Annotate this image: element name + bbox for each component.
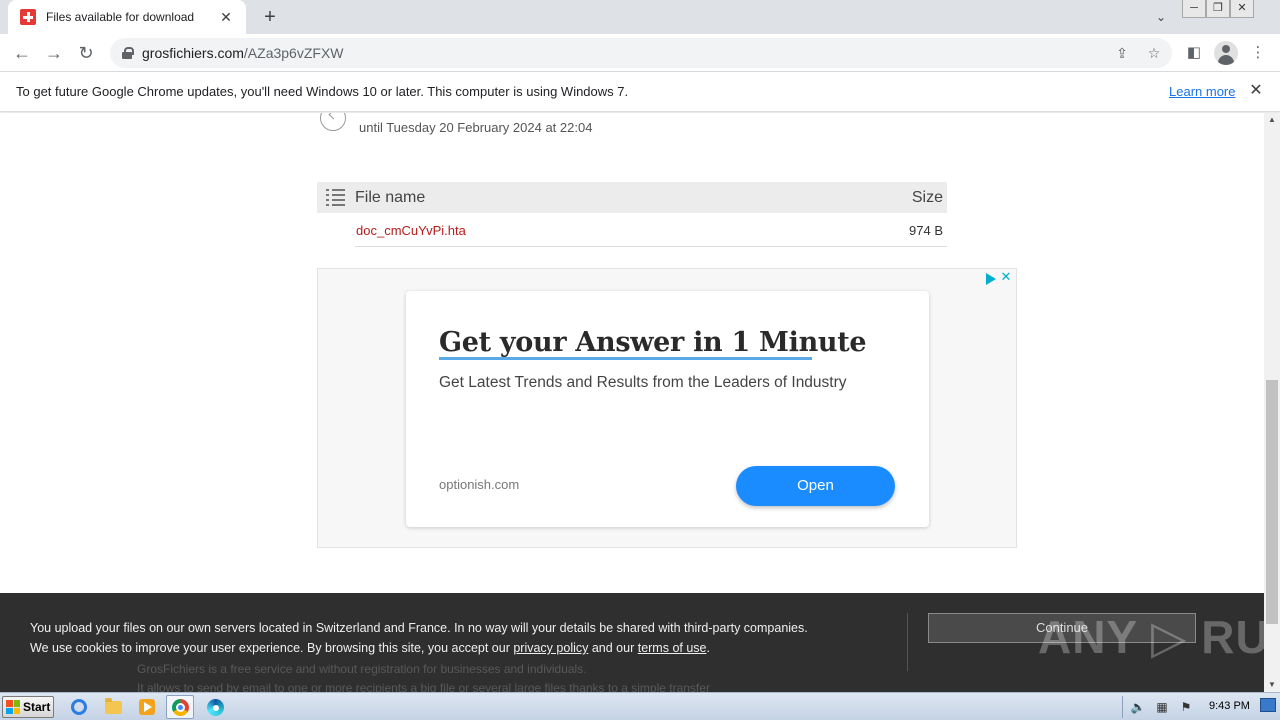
ad-close-icon[interactable]: ✕ (999, 270, 1013, 284)
windows-logo-icon (6, 700, 20, 714)
file-download-link[interactable]: doc_cmCuYvPi.hta (356, 223, 466, 238)
volume-icon[interactable]: 🔈 (1129, 698, 1147, 716)
lock-icon[interactable] (122, 47, 134, 59)
infobar-message: To get future Google Chrome updates, you… (16, 84, 629, 99)
system-tray: 🔈 ▦ ⚑ (1122, 693, 1201, 720)
ad-open-button[interactable]: Open (736, 466, 895, 506)
ad-card[interactable]: Get your Answer in 1 Minute Get Latest T… (406, 291, 929, 527)
page-scrollbar[interactable]: ▲ ▼ (1264, 113, 1280, 692)
background-text-line: GrosFichiers is a free service and witho… (137, 662, 587, 676)
cookie-line-2: We use cookies to improve your user expe… (30, 638, 808, 658)
start-label: Start (23, 700, 51, 714)
ad-headline[interactable]: Get your Answer in 1 Minute (439, 327, 867, 358)
anyrun-watermark: ANY ▷ RUN (1038, 611, 1264, 663)
scroll-down-arrow-icon[interactable]: ▼ (1264, 678, 1280, 692)
internet-explorer-icon[interactable] (68, 697, 90, 717)
kebab-menu-icon[interactable]: ⋮ (1248, 43, 1268, 63)
reload-icon[interactable]: ↻ (74, 41, 98, 65)
network-icon[interactable]: ▦ (1153, 698, 1171, 716)
update-infobar: To get future Google Chrome updates, you… (0, 72, 1280, 112)
cookie-banner: GrosFichiers is a free service and witho… (0, 593, 1264, 692)
file-table: File name Size doc_cmCuYvPi.hta 974 B (317, 182, 947, 247)
ad-headline-underline (439, 357, 812, 360)
browser-toolbar: ← → ↻ grosfichiers.com/AZa3p6vZFXW ⇪ ☆ ◧… (0, 34, 1280, 72)
learn-more-link[interactable]: Learn more (1169, 84, 1235, 99)
restore-button[interactable]: ❐ (1206, 0, 1230, 18)
url-text[interactable]: grosfichiers.com/AZa3p6vZFXW (142, 45, 344, 61)
url-path: /AZa3p6vZFXW (243, 45, 344, 61)
cookie-message: You upload your files on our own servers… (30, 618, 808, 658)
url-host: grosfichiers.com (142, 45, 244, 61)
side-panel-icon[interactable]: ◧ (1184, 43, 1204, 63)
infobar-close-icon[interactable]: ✕ (1246, 81, 1266, 101)
tab-strip: Files available for download ✕ + ⌄ ─ ❐ ✕ (0, 0, 1280, 34)
tab-active[interactable]: Files available for download ✕ (8, 0, 246, 34)
ad-domain: optionish.com (439, 477, 520, 492)
tab-title: Files available for download (46, 10, 195, 24)
tab-search-chevron-icon[interactable]: ⌄ (1150, 6, 1172, 28)
taskbar-clock[interactable]: 9:43 PM (1209, 700, 1250, 712)
cookie-divider (907, 613, 908, 671)
tray-separator (1122, 696, 1123, 718)
background-text-line: It allows to send by email to one or mor… (137, 681, 710, 692)
start-button[interactable]: Start (2, 696, 54, 718)
address-bar[interactable]: grosfichiers.com/AZa3p6vZFXW ⇪ ☆ (110, 38, 1172, 68)
scrollbar-thumb[interactable] (1266, 380, 1278, 624)
show-desktop-button[interactable] (1260, 698, 1276, 712)
table-row: doc_cmCuYvPi.hta 974 B (355, 213, 947, 247)
new-tab-button[interactable]: + (258, 5, 282, 29)
adchoices-icon[interactable] (986, 272, 998, 286)
list-icon (326, 188, 345, 207)
action-center-flag-icon[interactable]: ⚑ (1177, 698, 1195, 716)
forward-arrow-icon[interactable]: → (42, 41, 66, 65)
swiss-flag-favicon-icon (20, 9, 36, 25)
tab-close-icon[interactable]: ✕ (218, 9, 234, 26)
media-player-icon[interactable] (136, 697, 158, 717)
window-controls: ─ ❐ ✕ (1182, 0, 1254, 18)
chrome-taskbar-icon[interactable] (166, 695, 194, 719)
bookmark-star-icon[interactable]: ☆ (1144, 43, 1164, 63)
cookie-line-2-prefix: We use cookies to improve your user expe… (30, 641, 514, 655)
share-icon[interactable]: ⇪ (1112, 43, 1132, 63)
column-header-size: Size (911, 189, 943, 206)
privacy-policy-link[interactable]: privacy policy (513, 641, 588, 655)
profile-avatar-icon[interactable] (1214, 41, 1238, 65)
minimize-button[interactable]: ─ (1182, 0, 1206, 18)
column-header-file-name: File name (355, 189, 426, 206)
ad-subtitle: Get Latest Trends and Results from the L… (439, 374, 847, 391)
close-window-button[interactable]: ✕ (1230, 0, 1254, 18)
expiry-date: until Tuesday 20 February 2024 at 22:04 (359, 120, 593, 135)
cookie-line-2-suffix: . (706, 641, 710, 655)
windows-taskbar: Start 🔈 ▦ ⚑ 9:43 PM (0, 692, 1280, 720)
advertisement[interactable]: ✕ Get your Answer in 1 Minute Get Latest… (317, 268, 1017, 548)
clock-icon (320, 113, 346, 131)
cookie-line-1: You upload your files on our own servers… (30, 621, 808, 635)
terms-of-use-link[interactable]: terms of use (638, 641, 707, 655)
file-size: 974 B (909, 223, 943, 238)
background-text: GrosFichiers is a free service and witho… (137, 660, 710, 692)
scroll-up-arrow-icon[interactable]: ▲ (1264, 113, 1280, 127)
edge-icon[interactable] (204, 697, 226, 717)
cookie-line-2-mid: and our (588, 641, 638, 655)
file-explorer-icon[interactable] (102, 697, 124, 717)
file-table-header: File name Size (317, 182, 947, 213)
back-arrow-icon[interactable]: ← (10, 41, 34, 65)
